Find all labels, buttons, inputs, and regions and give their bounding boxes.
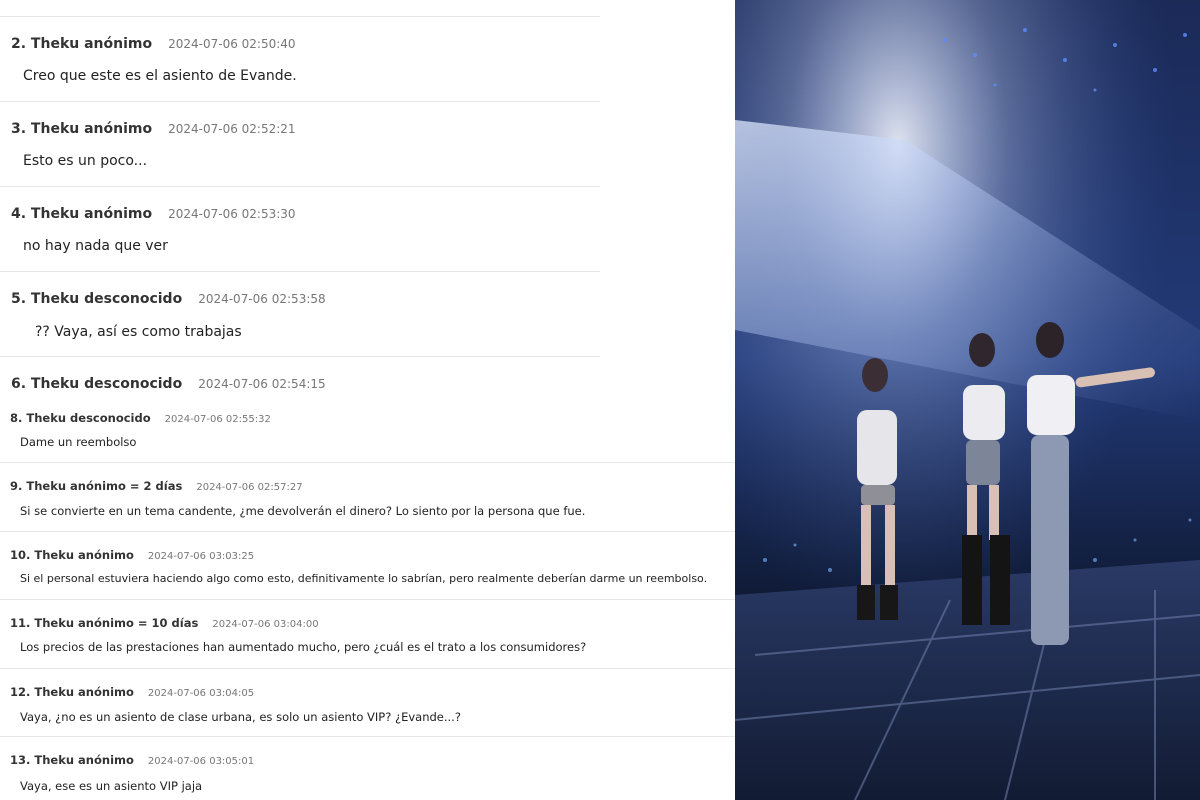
comment-text: Los precios de las prestaciones han aume… [20, 640, 587, 654]
comment-date: 2024-07-06 03:04:00 [212, 619, 319, 630]
comment-date: 2024-07-06 02:50:40 [168, 37, 296, 51]
comment-text: Esto es un poco... [23, 153, 148, 169]
concert-photo [735, 0, 1200, 800]
comment-date: 2024-07-06 02:55:32 [164, 414, 271, 425]
comment-item: 6. Theku desconocido 2024-07-06 02:54:15 [0, 357, 600, 402]
concert-stage-image [735, 0, 1200, 800]
comment-date: 2024-07-06 02:53:58 [198, 292, 326, 306]
comment-author[interactable]: 8. Theku desconocido [10, 411, 151, 425]
comment-text: Dame un reembolso [20, 435, 137, 449]
comment-date: 2024-07-06 02:54:15 [198, 377, 326, 391]
comment-item: 3. Theku anónimo 2024-07-06 02:52:21 Esto… [0, 102, 600, 187]
comment-author[interactable]: 2. Theku anónimo [11, 36, 152, 52]
list-item [0, 0, 600, 17]
comment-author[interactable]: 11. Theku anónimo = 10 días [10, 616, 198, 630]
comment-text: Vaya, ¿no es un asiento de clase urbana,… [20, 710, 461, 724]
comment-date: 2024-07-06 02:52:21 [168, 122, 296, 136]
comment-item: 11. Theku anónimo = 10 días 2024-07-06 03… [0, 600, 735, 669]
comment-item: 10. Theku anónimo 2024-07-06 03:03:25 Si … [0, 532, 735, 600]
comment-item: 2. Theku anónimo 2024-07-06 02:50:40 Creo… [0, 17, 600, 102]
comment-date: 2024-07-06 03:05:01 [147, 756, 255, 767]
comment-author[interactable]: 5. Theku desconocido [11, 291, 182, 307]
comment-author[interactable]: 6. Theku desconocido [11, 376, 182, 392]
comment-date: 2024-07-06 02:57:27 [196, 482, 303, 493]
comment-date: 2024-07-06 02:53:30 [168, 207, 296, 221]
comment-item: 9. Theku anónimo = 2 días 2024-07-06 02:5… [0, 463, 735, 532]
comment-text: Creo que este es el asiento de Evande. [23, 68, 297, 84]
comment-list: 2. Theku anónimo 2024-07-06 02:50:40 Creo… [0, 0, 735, 800]
comment-author[interactable]: 3. Theku anónimo [11, 121, 152, 137]
comment-item: 8. Theku desconocido 2024-07-06 02:55:32 … [0, 402, 735, 463]
comment-author[interactable]: 10. Theku anónimo [10, 548, 134, 562]
comment-text: Vaya, ese es un asiento VIP jaja [20, 779, 203, 793]
comment-date: 2024-07-06 03:03:25 [147, 551, 255, 562]
comment-item: 13. Theku anónimo 2024-07-06 03:05:01 Vay… [0, 737, 735, 800]
comment-author[interactable]: 13. Theku anónimo [10, 753, 134, 767]
comment-date: 2024-07-06 03:04:05 [147, 688, 255, 699]
comment-item: 5. Theku desconocido 2024-07-06 02:53:58 … [0, 272, 600, 357]
comment-author[interactable]: 9. Theku anónimo = 2 días [10, 479, 182, 493]
comment-item: 12. Theku anónimo 2024-07-06 03:04:05 Vay… [0, 669, 735, 737]
comment-author[interactable]: 12. Theku anónimo [10, 685, 134, 699]
comment-text: no hay nada que ver [23, 238, 168, 254]
comment-text: Si se convierte en un tema candente, ¿me… [20, 504, 586, 518]
comment-text: ?? Vaya, así es como trabajas [35, 324, 242, 340]
comment-item: 4. Theku anónimo 2024-07-06 02:53:30 no h… [0, 187, 600, 272]
comment-text: Si el personal estuviera haciendo algo c… [20, 572, 708, 585]
comment-author[interactable]: 4. Theku anónimo [11, 206, 152, 222]
